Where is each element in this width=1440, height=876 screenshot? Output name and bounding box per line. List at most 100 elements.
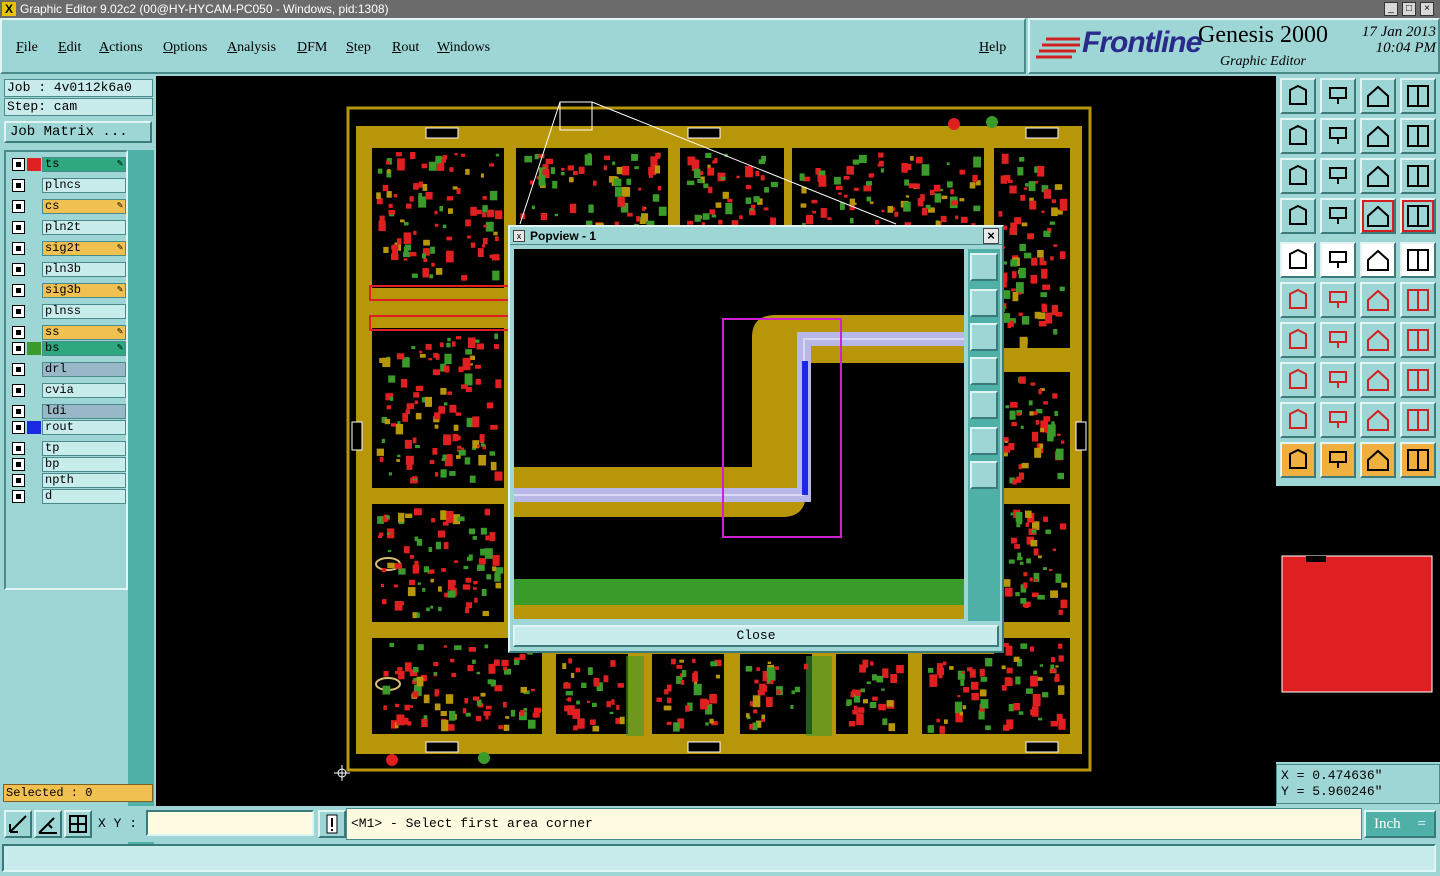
layer-row-ss[interactable]: ss ✎: [8, 325, 126, 340]
layer-name[interactable]: bp: [42, 457, 126, 472]
home-icon[interactable]: [1360, 78, 1396, 114]
layer-checkbox[interactable]: [12, 474, 25, 487]
layer-color-swatch[interactable]: [27, 158, 41, 171]
layer-checkbox[interactable]: [12, 458, 25, 471]
layer-row-ldi[interactable]: ldi: [8, 404, 126, 419]
menu-options[interactable]: Options: [163, 40, 207, 56]
pointer-icon[interactable]: [1280, 442, 1316, 478]
layer-name[interactable]: drl: [42, 362, 126, 377]
close-window-button[interactable]: ×: [1420, 2, 1434, 16]
layer-checkbox[interactable]: [12, 405, 25, 418]
minimize-button[interactable]: _: [1384, 2, 1398, 16]
popview-close-icon[interactable]: ×: [983, 228, 999, 244]
angle-mode-icon[interactable]: [34, 810, 62, 838]
popview-close-button[interactable]: Close: [513, 625, 999, 647]
overview-map[interactable]: [1276, 486, 1440, 762]
layer-name[interactable]: sig2t ✎: [42, 241, 126, 256]
layer-checkbox[interactable]: [12, 326, 25, 339]
layer-name[interactable]: tp: [42, 441, 126, 456]
layer-row-bp[interactable]: bp: [8, 457, 126, 472]
resize-icon[interactable]: [1360, 362, 1396, 398]
menu-rout[interactable]: Rout: [392, 40, 419, 56]
route-d-icon[interactable]: [1400, 402, 1436, 438]
layer-checkbox[interactable]: [12, 442, 25, 455]
alert-icon[interactable]: [318, 810, 346, 838]
angle-line-icon[interactable]: [1280, 322, 1316, 358]
layer-checkbox[interactable]: [12, 221, 25, 234]
move-icon[interactable]: [1360, 282, 1396, 318]
popview-pan-down-button[interactable]: [970, 323, 998, 351]
layer-row-sig2t[interactable]: sig2t ✎: [8, 241, 126, 256]
menu-edit[interactable]: Edit: [58, 40, 81, 56]
menu-windows[interactable]: Windows: [437, 40, 490, 56]
add-circle-icon[interactable]: [1400, 242, 1436, 278]
layer-checkbox[interactable]: [12, 305, 25, 318]
zoom-home-icon[interactable]: [1280, 78, 1316, 114]
layer-row-ts[interactable]: ts ✎: [8, 157, 126, 172]
layer-checkbox[interactable]: [12, 263, 25, 276]
pan-left-icon[interactable]: [1280, 118, 1316, 154]
popview-canvas[interactable]: [514, 249, 964, 619]
grid-snap-icon[interactable]: [64, 810, 92, 838]
maximize-button[interactable]: □: [1402, 2, 1416, 16]
layer-row-bs[interactable]: bs ✎: [8, 341, 126, 356]
add-point-icon[interactable]: [1280, 362, 1316, 398]
layer-toggle-icon[interactable]: [1360, 198, 1396, 234]
layer-checkbox[interactable]: [12, 363, 25, 376]
layer-checkbox[interactable]: [12, 384, 25, 397]
add-pad-icon[interactable]: [1280, 242, 1316, 278]
layer-row-drl[interactable]: drl: [8, 362, 126, 377]
route-c-icon[interactable]: [1360, 402, 1396, 438]
cross-select-icon[interactable]: [1320, 282, 1356, 318]
layer-row-cvia[interactable]: cvia: [8, 383, 126, 398]
layer-list-scrollbar[interactable]: [128, 150, 154, 850]
layer-checkbox[interactable]: [12, 200, 25, 213]
layer-row-rout[interactable]: rout: [8, 420, 126, 435]
xy-input[interactable]: [146, 810, 314, 836]
arc-icon[interactable]: [1360, 322, 1396, 358]
route-a-icon[interactable]: [1280, 402, 1316, 438]
layer-name[interactable]: sig3b ✎: [42, 283, 126, 298]
zoom-fit-icon[interactable]: [1280, 158, 1316, 194]
layer-name[interactable]: npth: [42, 473, 126, 488]
route-b-icon[interactable]: [1320, 402, 1356, 438]
popview-pan-right-button[interactable]: [970, 391, 998, 419]
menu-actions[interactable]: Actions: [99, 40, 143, 56]
job-matrix-button[interactable]: Job Matrix ...: [4, 121, 152, 143]
layer-row-pln3b[interactable]: pln3b: [8, 262, 126, 277]
layer-name[interactable]: ts ✎: [42, 157, 126, 172]
add-line-icon[interactable]: [1320, 242, 1356, 278]
menu-step[interactable]: Step: [346, 40, 371, 56]
layer-color-swatch[interactable]: [27, 342, 41, 355]
layer-name[interactable]: rout: [42, 420, 126, 435]
select-net-icon[interactable]: [1280, 282, 1316, 318]
measure-icon[interactable]: [1360, 242, 1396, 278]
pan-right-icon[interactable]: [1320, 118, 1356, 154]
layer-checkbox[interactable]: [12, 242, 25, 255]
menu-dfm[interactable]: DFM: [297, 40, 327, 56]
zoom-down-icon[interactable]: [1320, 78, 1356, 114]
connect-icon[interactable]: [1400, 442, 1436, 478]
layer-checkbox[interactable]: [12, 284, 25, 297]
layer-row-cs[interactable]: cs ✎: [8, 199, 126, 214]
menu-analysis[interactable]: Analysis: [227, 40, 276, 56]
popview-pan-left-button[interactable]: [970, 357, 998, 385]
align-icon[interactable]: [1400, 322, 1436, 358]
zoom-1to1-icon[interactable]: [1360, 158, 1396, 194]
layer-name[interactable]: plnss: [42, 304, 126, 319]
popview-zoom-home-button[interactable]: [970, 253, 998, 281]
layer-checkbox[interactable]: [12, 342, 25, 355]
split-icon[interactable]: [1320, 362, 1356, 398]
zoom-center-icon[interactable]: [1320, 158, 1356, 194]
layer-row-pln2t[interactable]: pln2t: [8, 220, 126, 235]
layer-row-sig3b[interactable]: sig3b ✎: [8, 283, 126, 298]
draw-line-icon[interactable]: [1320, 322, 1356, 358]
grid-icon[interactable]: [1320, 198, 1356, 234]
redo-view-icon[interactable]: [1400, 118, 1436, 154]
layer-name[interactable]: ldi: [42, 404, 126, 419]
layer-row-plncs[interactable]: plncs: [8, 178, 126, 193]
help-icon[interactable]: [1400, 158, 1436, 194]
layer-name[interactable]: cs ✎: [42, 199, 126, 214]
copy-icon[interactable]: [1400, 362, 1436, 398]
unit-selector[interactable]: Inch =: [1364, 810, 1436, 838]
